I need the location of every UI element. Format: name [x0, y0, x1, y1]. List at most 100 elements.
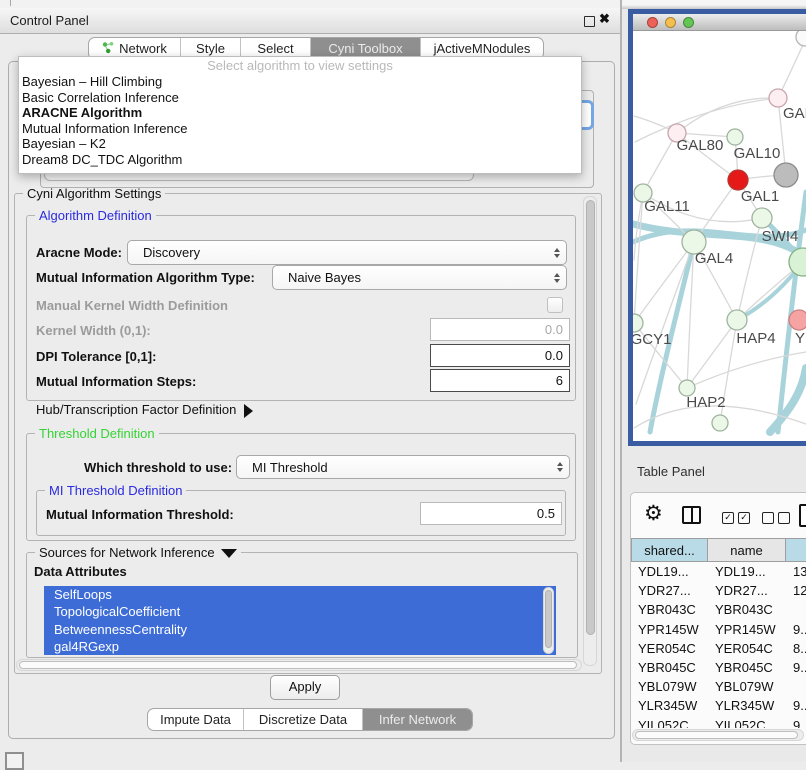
- mi-steps-field[interactable]: 6: [430, 369, 570, 392]
- network-canvas[interactable]: GAL7GAL80GAL10GAL1GAL11SWI4GAL4GCY1HAP4Y…: [633, 31, 806, 441]
- tab-label: Style: [196, 41, 225, 56]
- table-row[interactable]: YLR345WYLR345W9...: [631, 696, 806, 715]
- control-panel-window: Control Panel ✖ NetworkStyleSelectCyni T…: [0, 0, 622, 762]
- data-attribute-topologicalcoefficient[interactable]: TopologicalCoefficient: [44, 603, 556, 620]
- node-gal1[interactable]: [728, 170, 748, 190]
- deselect-all-columns-icon[interactable]: [762, 512, 790, 524]
- table-row[interactable]: YDL19...YDL19...13...: [631, 562, 806, 581]
- split-view-icon[interactable]: [682, 506, 701, 524]
- data-attributes-list[interactable]: SelfLoopsTopologicalCoefficientBetweenne…: [44, 586, 556, 655]
- node-label-y: Y: [795, 330, 805, 347]
- table-cell: YBR043C: [631, 600, 708, 619]
- which-threshold-combo[interactable]: MI Threshold: [236, 455, 570, 479]
- node-unlabeled[interactable]: [752, 208, 772, 228]
- table-cell: YER054C: [631, 639, 708, 658]
- hub-definition-expander[interactable]: Hub/Transcription Factor Definition: [36, 402, 253, 418]
- node-label-gal7: GAL7: [783, 105, 806, 122]
- which-threshold-label: Which threshold to use:: [84, 460, 232, 475]
- table-rows: YDL19...YDL19...13...YDR27...YDR27...12.…: [631, 562, 806, 728]
- network-edge: [643, 133, 677, 193]
- attributes-scrollbar[interactable]: [543, 587, 554, 654]
- node-unlabeled[interactable]: [796, 31, 806, 46]
- tab-impute-data[interactable]: Impute Data: [148, 709, 244, 730]
- apply-button[interactable]: Apply: [270, 675, 340, 700]
- stepper-icon: [557, 462, 563, 472]
- node-gcy1[interactable]: [633, 314, 643, 332]
- network-window-titlebar[interactable]: [633, 14, 806, 31]
- float-window-icon[interactable]: [584, 16, 595, 27]
- docked-panel-icon[interactable]: [5, 752, 24, 770]
- node-unlabeled[interactable]: [712, 415, 728, 431]
- tab-label: jActiveMNodules: [434, 41, 531, 56]
- column-header-col3[interactable]: [786, 538, 806, 562]
- close-traffic-light[interactable]: [647, 17, 658, 28]
- algorithm-option-bayesian-k2[interactable]: Bayesian – K2: [19, 136, 581, 152]
- table-row[interactable]: YDR27...YDR27...12...: [631, 581, 806, 600]
- algorithm-option-aracne-algorithm[interactable]: ARACNE Algorithm: [19, 105, 581, 121]
- algorithm-option-basic-correlation-inference[interactable]: Basic Correlation Inference: [19, 90, 581, 106]
- node-label-swi4: SWI4: [762, 228, 799, 245]
- panel-notch: [10, 0, 11, 6]
- table-cell: YPR145W: [708, 620, 786, 639]
- table-row[interactable]: YPR145WYPR145W9...: [631, 620, 806, 639]
- table-horizontal-scrollbar[interactable]: [632, 729, 804, 741]
- table-cell: YBL079W: [708, 677, 786, 696]
- collapse-down-icon[interactable]: [221, 549, 237, 558]
- zoom-traffic-light[interactable]: [683, 17, 694, 28]
- tab-label: Select: [257, 41, 293, 56]
- export-table-icon[interactable]: [799, 504, 806, 527]
- kernel-width-label: Kernel Width (0,1):: [36, 323, 151, 338]
- node-gal10[interactable]: [727, 129, 743, 145]
- data-attribute-gal4rgexp[interactable]: gal4RGexp: [44, 638, 556, 655]
- table-cell: YBR043C: [708, 600, 786, 619]
- node-hap4[interactable]: [727, 310, 747, 330]
- data-attribute-betweennesscentrality[interactable]: BetweennessCentrality: [44, 621, 556, 638]
- table-cell: YIL052C: [708, 716, 786, 729]
- stepper-icon: [554, 273, 560, 283]
- table-row[interactable]: YBR043CYBR043C: [631, 600, 806, 619]
- table-row[interactable]: YBL079WYBL079W: [631, 677, 806, 696]
- mi-type-label: Mutual Information Algorithm Type:: [36, 270, 255, 285]
- algorithm-option-mutual-information-inference[interactable]: Mutual Information Inference: [19, 121, 581, 137]
- node-unlabeled[interactable]: [774, 163, 798, 187]
- dpi-tolerance-field[interactable]: 0.0: [430, 344, 570, 367]
- network-edge: [634, 193, 643, 323]
- aracne-mode-combo[interactable]: Discovery: [127, 240, 567, 265]
- column-header-name[interactable]: name: [708, 538, 786, 562]
- settings-vertical-scrollbar[interactable]: [583, 196, 597, 666]
- settings-horizontal-scrollbar[interactable]: [16, 659, 582, 671]
- mi-threshold-label: Mutual Information Threshold:: [46, 507, 234, 522]
- manual-kernel-checkbox[interactable]: [547, 297, 563, 313]
- mi-threshold-definition-title: MI Threshold Definition: [45, 483, 186, 498]
- mi-algorithm-type-combo[interactable]: Naive Bayes: [272, 265, 567, 290]
- close-icon[interactable]: ✖: [599, 11, 610, 27]
- dpi-tolerance-label: DPI Tolerance [0,1]:: [36, 349, 156, 364]
- expand-right-icon[interactable]: [244, 404, 253, 418]
- table-cell: YBR045C: [708, 658, 786, 677]
- minimize-traffic-light[interactable]: [665, 17, 676, 28]
- sources-group-title[interactable]: Sources for Network Inference: [35, 545, 241, 560]
- network-icon: [102, 41, 114, 57]
- table-panel-title: Table Panel: [637, 464, 705, 479]
- tab-discretize-data[interactable]: Discretize Data: [244, 709, 363, 730]
- algorithm-option-bayesian-hill-climbing[interactable]: Bayesian – Hill Climbing: [19, 74, 581, 90]
- kernel-width-field[interactable]: 0.0: [430, 318, 570, 341]
- table-row[interactable]: YIL052CYIL052C9...: [631, 716, 806, 729]
- table-cell: YIL052C: [631, 716, 708, 729]
- select-all-columns-icon[interactable]: ✓✓: [722, 512, 750, 524]
- table-row[interactable]: YER054CYER054C8...: [631, 639, 806, 658]
- tab-label: Cyni Toolbox: [328, 41, 402, 56]
- node-label-gal1: GAL1: [741, 188, 779, 205]
- tab-infer-network[interactable]: Infer Network: [363, 709, 472, 730]
- mi-threshold-field[interactable]: 0.5: [420, 502, 562, 525]
- node-y[interactable]: [789, 310, 806, 330]
- manual-kernel-label: Manual Kernel Width Definition: [36, 298, 228, 313]
- algorithm-option-dream8-dc-tdc-algorithm[interactable]: Dream8 DC_TDC Algorithm: [19, 152, 581, 168]
- column-header-shared[interactable]: shared...: [631, 538, 708, 562]
- gear-icon[interactable]: ⚙: [644, 503, 663, 525]
- table-header: shared...name: [631, 538, 806, 562]
- table-cell: 9...: [786, 658, 806, 677]
- table-row[interactable]: YBR045CYBR045C9...: [631, 658, 806, 677]
- data-attribute-selfloops[interactable]: SelfLoops: [44, 586, 556, 603]
- tab-label: Network: [119, 41, 167, 56]
